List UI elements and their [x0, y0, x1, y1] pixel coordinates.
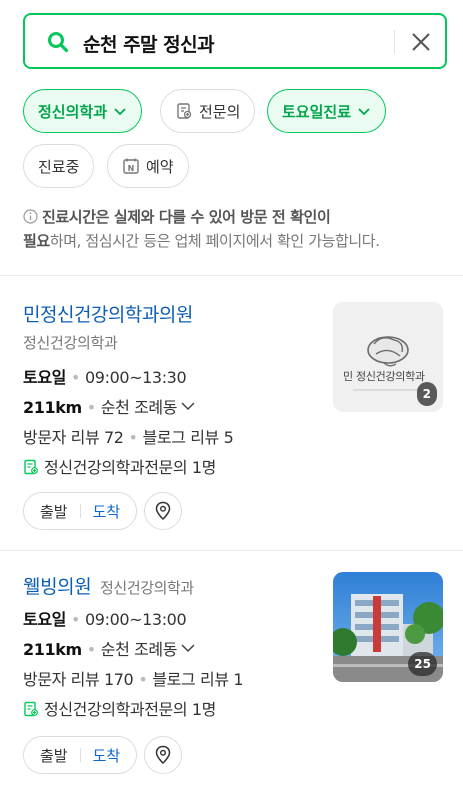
clear-search-icon[interactable] — [407, 28, 435, 56]
place-hours: 토요일 • 09:00~13:00 — [23, 610, 187, 629]
hours-range: 09:00~13:00 — [85, 610, 187, 629]
place-category: 정신건강의학과 — [23, 334, 118, 352]
notice-bold-text-2: 필요 — [23, 232, 50, 250]
search-input[interactable]: 순천 주말 정신과 — [83, 30, 215, 57]
chip-label: 예약 — [146, 157, 174, 176]
distance: 211km — [23, 398, 82, 417]
specialist-text: 정신건강의학과전문의 1명 — [44, 700, 216, 719]
distance: 211km — [23, 640, 82, 659]
place-name-link[interactable]: 민정신건강의학과의원 — [23, 300, 193, 327]
chip-label: 정신의학과 — [38, 102, 108, 121]
review-counts: 방문자 리뷰 72 • 블로그 리뷰 5 — [23, 428, 234, 447]
specialist-info: 정신건강의학과전문의 1명 — [23, 454, 216, 478]
specialist-text: 정신건강의학과전문의 1명 — [44, 458, 216, 477]
map-pin-button[interactable] — [144, 492, 182, 530]
arrive-button[interactable]: 도착 — [81, 501, 137, 522]
search-box[interactable]: 순천 주말 정신과 — [23, 13, 447, 69]
hours-range: 09:00~13:30 — [85, 368, 187, 387]
hours-day: 토요일 — [23, 610, 66, 629]
depart-button[interactable]: 출발 — [24, 745, 80, 766]
route-buttons: 출발 도착 — [23, 736, 138, 774]
notice-bold-text: 진료시간은 실제와 다를 수 있어 방문 전 확인이 — [42, 208, 331, 226]
chevron-down-icon — [181, 402, 195, 411]
place-category: 정신건강의학과 — [100, 579, 194, 597]
location: 순천 조례동 — [100, 398, 178, 417]
filter-chip-psychiatry[interactable]: 정신의학과 — [23, 89, 143, 133]
filter-chip-specialist[interactable]: 전문의 — [160, 89, 256, 133]
depart-button[interactable]: 출발 — [24, 501, 80, 522]
clinic-logo-text: 민 정신건강의학과 — [343, 370, 425, 383]
certificate-icon — [24, 459, 38, 475]
filter-chip-booking[interactable]: N 예약 — [107, 144, 189, 188]
visitor-reviews: 방문자 리뷰 72 — [23, 428, 124, 447]
chip-label: 토요일진료 — [282, 102, 352, 121]
hours-notice: 진료시간은 실제와 다를 수 있어 방문 전 확인이필요하며, 점심시간 등은 … — [23, 205, 448, 253]
chip-label: 전문의 — [199, 102, 241, 121]
certificate-icon — [24, 701, 38, 717]
chevron-down-icon — [181, 644, 195, 653]
section-divider — [0, 550, 463, 551]
photo-count-badge: 2 — [416, 382, 437, 406]
place-hours: 토요일 • 09:00~13:30 — [23, 368, 187, 387]
notice-text: 하며, 점심시간 등은 업체 페이지에서 확인 가능합니다. — [49, 232, 380, 250]
map-pin-icon — [155, 501, 171, 521]
place-title-row: 웰빙의원 정신건강의학과 — [23, 572, 194, 599]
hours-day: 토요일 — [23, 368, 66, 387]
blog-reviews: 블로그 리뷰 5 — [142, 428, 234, 447]
svg-text:N: N — [128, 164, 135, 173]
section-divider — [0, 275, 463, 276]
photo-count-badge: 25 — [408, 652, 437, 676]
search-separator — [394, 30, 395, 54]
specialist-info: 정신건강의학과전문의 1명 — [23, 696, 216, 720]
place-thumbnail[interactable]: 민 정신건강의학과 2 — [333, 302, 443, 412]
arrive-button[interactable]: 도착 — [81, 745, 137, 766]
map-pin-icon — [155, 745, 171, 765]
certificate-icon — [177, 103, 192, 119]
place-thumbnail[interactable]: 25 — [333, 572, 443, 682]
review-counts: 방문자 리뷰 170 • 블로그 리뷰 1 — [23, 670, 244, 689]
place-distance-row[interactable]: 211km • 순천 조례동 — [23, 394, 195, 418]
map-pin-button[interactable] — [144, 736, 182, 774]
route-buttons: 출발 도착 — [23, 492, 138, 530]
place-name-link[interactable]: 웰빙의원 — [23, 576, 92, 598]
chevron-down-icon — [114, 108, 126, 116]
visitor-reviews: 방문자 리뷰 170 — [23, 670, 134, 689]
naver-booking-icon: N — [123, 158, 139, 174]
search-icon — [48, 32, 69, 53]
filter-chip-open-now[interactable]: 진료중 — [23, 144, 95, 188]
filter-chip-saturday[interactable]: 토요일진료 — [267, 89, 387, 133]
location: 순천 조례동 — [100, 640, 178, 659]
info-icon — [23, 209, 38, 224]
chip-label: 진료중 — [38, 157, 80, 176]
chevron-down-icon — [358, 108, 370, 116]
place-distance-row[interactable]: 211km • 순천 조례동 — [23, 636, 195, 660]
blog-reviews: 블로그 리뷰 1 — [152, 670, 244, 689]
